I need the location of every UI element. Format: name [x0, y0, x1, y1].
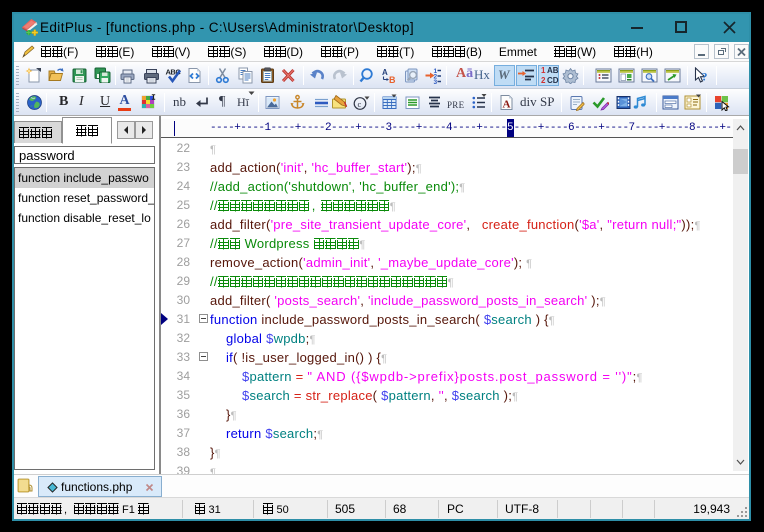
svg-text:A: A [382, 68, 388, 77]
svg-text:c: c [358, 99, 362, 109]
svg-text:3: 3 [434, 79, 438, 84]
svg-text:A: A [503, 99, 511, 111]
svg-text:?: ? [702, 70, 708, 84]
svg-text:B: B [389, 75, 396, 84]
